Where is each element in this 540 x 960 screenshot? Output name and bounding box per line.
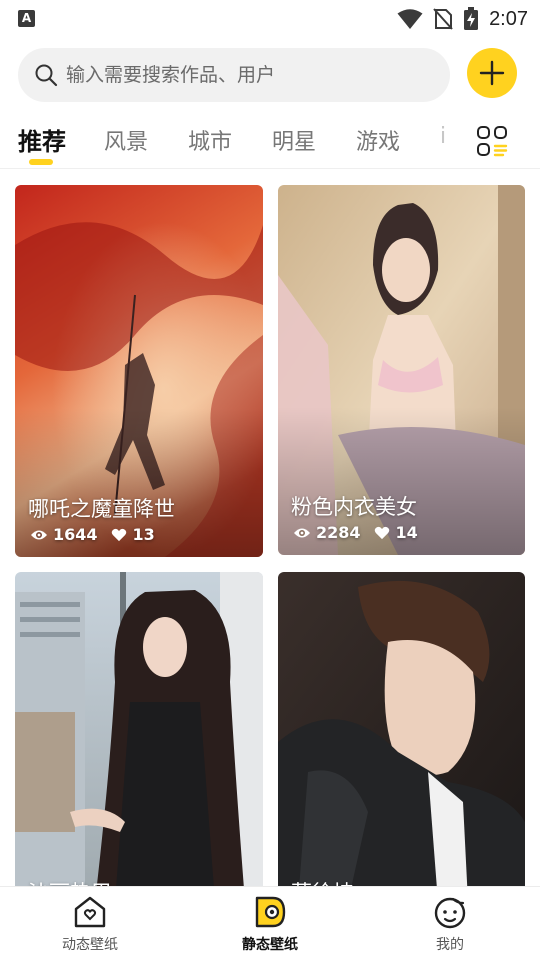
view-count: 1644	[53, 525, 98, 544]
status-bar: A 2:07	[0, 0, 540, 38]
wallpaper-card[interactable]: 沙丽热巴	[15, 572, 263, 902]
tab-fade	[420, 118, 460, 168]
wallpaper-card[interactable]: 哪吒之魔童降世 1644 13	[15, 185, 263, 557]
nav-static-wallpaper[interactable]: 静态壁纸	[180, 887, 360, 960]
nav-profile[interactable]: 我的	[360, 887, 540, 960]
search-icon	[35, 64, 58, 87]
home-dynamic-icon	[74, 896, 106, 928]
search-input[interactable]	[66, 48, 436, 102]
heart-icon	[374, 526, 389, 539]
tabs-divider	[0, 168, 540, 169]
tab-games[interactable]: 游戏	[356, 124, 400, 156]
category-tabs: 推荐 风景 城市 明星 游戏 i	[0, 118, 540, 168]
eye-icon	[294, 528, 310, 537]
wallpaper-card[interactable]: 粉色内衣美女 2284 14	[278, 185, 525, 555]
static-wallpaper-icon	[255, 896, 286, 928]
battery-charging-icon	[464, 7, 479, 30]
add-button[interactable]	[467, 48, 517, 98]
tab-city[interactable]: 城市	[188, 124, 232, 156]
bottom-nav: 动态壁纸 静态壁纸 我的	[0, 886, 540, 960]
notification-a-icon: A	[18, 10, 35, 27]
nav-label: 我的	[436, 937, 464, 953]
card-stats: 1644 13	[30, 525, 155, 544]
like-count: 14	[395, 523, 418, 542]
wifi-icon	[397, 9, 423, 29]
no-sim-icon	[433, 8, 453, 30]
tab-stars[interactable]: 明星	[272, 124, 316, 156]
plus-icon	[479, 60, 505, 86]
wallpaper-image	[278, 572, 525, 902]
nav-label: 动态壁纸	[62, 937, 118, 953]
profile-face-icon	[434, 897, 466, 929]
card-stats: 2284 14	[293, 523, 418, 542]
wallpaper-card[interactable]: 蔡徐坤	[278, 572, 525, 902]
wallpaper-image	[15, 572, 263, 902]
card-title: 哪吒之魔童降世	[28, 497, 175, 521]
category-grid-icon[interactable]	[476, 125, 508, 157]
tab-active-indicator	[29, 159, 53, 165]
nav-label: 静态壁纸	[242, 937, 298, 953]
nav-dynamic-wallpaper[interactable]: 动态壁纸	[0, 887, 180, 960]
view-count: 2284	[316, 523, 361, 542]
card-title: 粉色内衣美女	[291, 495, 417, 519]
app-screen: A 2:07 输入需要搜索作品、用户 推荐 风景 城市 明星 游戏 哪吒之魔童降…	[0, 0, 540, 960]
status-time: 2:07	[489, 7, 528, 30]
search-bar[interactable]	[18, 48, 450, 102]
heart-icon	[111, 528, 126, 541]
tab-scenery[interactable]: 风景	[104, 124, 148, 156]
like-count: 13	[132, 525, 155, 544]
tab-recommend[interactable]: 推荐	[18, 122, 66, 157]
eye-icon	[31, 530, 47, 539]
